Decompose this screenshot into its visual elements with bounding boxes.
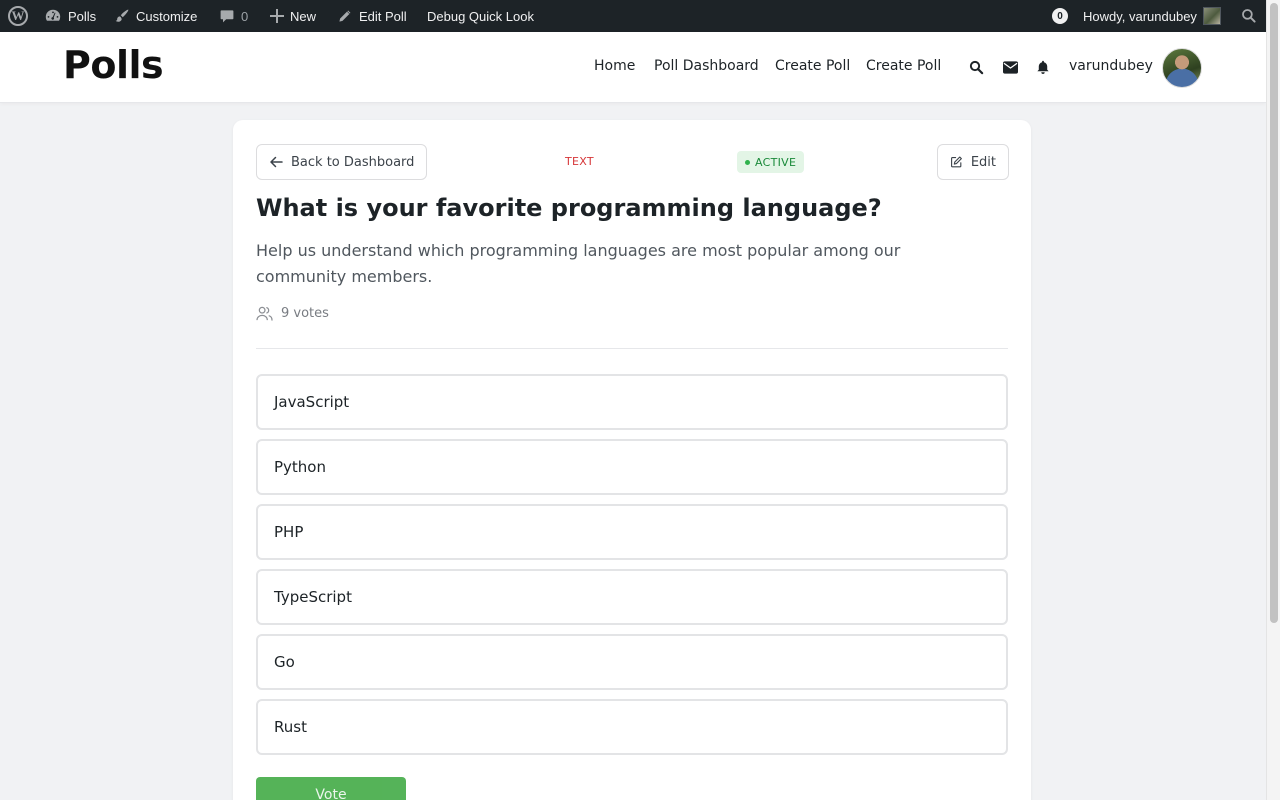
search-icon[interactable] <box>967 58 985 76</box>
admin-bar-comments[interactable]: 0 <box>219 0 248 32</box>
vote-count: 9 votes <box>256 306 329 321</box>
site-title[interactable]: Polls <box>63 43 164 87</box>
edit-button[interactable]: Edit <box>937 144 1009 180</box>
edit-label: Edit <box>970 154 996 170</box>
vote-count-text: 9 votes <box>281 306 329 321</box>
poll-type-label: TEXT <box>565 155 594 168</box>
site-header: Polls Home Poll Dashboard Create Poll Cr… <box>0 32 1266 103</box>
admin-bar-debug-quick-look[interactable]: Debug Quick Look <box>427 0 534 32</box>
poll-title: What is your favorite programming langua… <box>256 194 882 222</box>
poll-option-javascript[interactable]: JavaScript <box>256 374 1008 430</box>
plus-icon <box>270 9 284 23</box>
poll-option-label: TypeScript <box>274 588 352 606</box>
vote-button-label: Vote <box>315 787 347 800</box>
header-username[interactable]: varundubey <box>1069 58 1153 74</box>
admin-bar-edit-poll-label: Edit Poll <box>359 8 407 24</box>
page-scrollbar[interactable] <box>1266 0 1280 800</box>
edit-icon <box>951 156 962 168</box>
nav-home[interactable]: Home <box>594 58 635 74</box>
admin-bar-my-account[interactable]: Howdy, varundubey <box>1083 0 1221 32</box>
dashboard-icon <box>45 9 61 21</box>
wordpress-logo-icon[interactable]: W <box>8 0 28 32</box>
admin-bar: W Polls Customize 0 New Edit Poll Debug … <box>0 0 1266 32</box>
admin-bar-notifications[interactable]: 0 <box>1052 0 1068 32</box>
admin-bar-avatar <box>1202 7 1221 25</box>
debug-quick-look-label: Debug Quick Look <box>427 8 534 24</box>
poll-option-label: PHP <box>274 523 304 541</box>
admin-bar-search-icon[interactable] <box>1241 0 1257 32</box>
admin-bar-customize-label: Customize <box>136 8 198 24</box>
poll-description: Help us understand which programming lan… <box>256 241 901 286</box>
nav-create-poll-2[interactable]: Create Poll <box>866 58 941 74</box>
vote-button[interactable]: Vote <box>256 777 406 800</box>
comment-icon <box>220 10 234 23</box>
status-badge: ACTIVE <box>737 151 805 173</box>
admin-bar-new[interactable]: New <box>270 0 316 32</box>
user-avatar[interactable] <box>1162 48 1202 88</box>
poll-option-python[interactable]: Python <box>256 439 1008 495</box>
comments-count: 0 <box>241 8 249 24</box>
bell-icon[interactable] <box>1034 58 1052 76</box>
poll-option-rust[interactable]: Rust <box>256 699 1008 755</box>
scrollbar-thumb[interactable] <box>1270 3 1278 623</box>
poll-option-php[interactable]: PHP <box>256 504 1008 560</box>
nav-create-poll[interactable]: Create Poll <box>775 58 850 74</box>
admin-bar-edit-poll[interactable]: Edit Poll <box>337 0 407 32</box>
divider <box>256 348 1008 349</box>
howdy-text: Howdy, varundubey <box>1083 8 1197 24</box>
users-icon <box>256 306 273 321</box>
admin-bar-site-name: Polls <box>68 8 97 24</box>
poll-option-label: Rust <box>274 718 307 736</box>
poll-option-label: Python <box>274 458 326 476</box>
poll-option-label: Go <box>274 653 295 671</box>
paintbrush-icon <box>115 9 129 22</box>
notifications-count: 0 <box>1052 8 1068 24</box>
poll-option-typescript[interactable]: TypeScript <box>256 569 1008 625</box>
nav-poll-dashboard[interactable]: Poll Dashboard <box>654 58 759 74</box>
poll-option-go[interactable]: Go <box>256 634 1008 690</box>
admin-bar-new-label: New <box>290 8 317 24</box>
back-to-dashboard-button[interactable]: Back to Dashboard <box>256 144 428 180</box>
envelope-icon[interactable] <box>1001 58 1019 76</box>
status-dot-icon <box>745 159 750 165</box>
status-text: ACTIVE <box>755 155 797 169</box>
admin-bar-site-link[interactable]: Polls <box>44 0 96 32</box>
arrow-left-icon <box>270 156 283 168</box>
poll-option-label: JavaScript <box>274 393 350 411</box>
pencil-icon <box>338 9 352 23</box>
back-to-dashboard-label: Back to Dashboard <box>291 154 415 170</box>
admin-bar-customize[interactable]: Customize <box>114 0 197 32</box>
